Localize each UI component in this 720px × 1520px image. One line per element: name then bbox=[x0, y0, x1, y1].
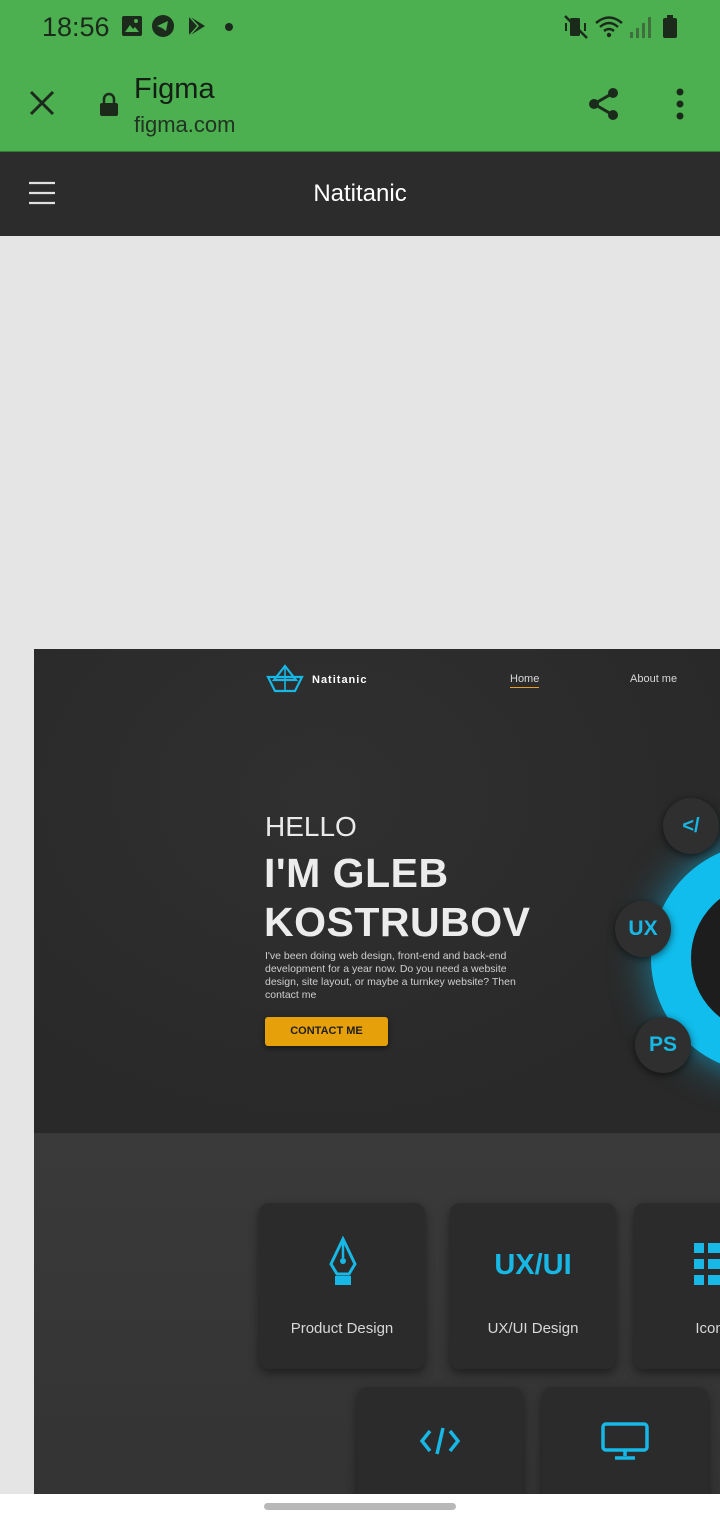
ux-badge: UX bbox=[615, 901, 671, 957]
telegram-notification-icon bbox=[152, 15, 174, 37]
status-bar: 18:56 bbox=[0, 0, 720, 56]
lock-icon bbox=[100, 92, 118, 116]
figma-file-title: Natitanic bbox=[313, 180, 407, 207]
monitor-icon bbox=[601, 1422, 649, 1460]
code-icon bbox=[420, 1427, 460, 1455]
hero-intro-text: I've been doing web design, front-end an… bbox=[265, 950, 516, 1001]
vibrate-mute-icon bbox=[564, 15, 588, 39]
figma-canvas[interactable]: Natitanic Home About me HELLO I'M GLEB K… bbox=[0, 236, 720, 1494]
service-label: Icon D bbox=[695, 1320, 720, 1337]
gallery-notification-icon bbox=[122, 16, 142, 36]
grid-list-icon bbox=[694, 1243, 720, 1285]
ux-ui-text-icon: UX/UI bbox=[494, 1249, 572, 1281]
hero-hello: HELLO bbox=[265, 811, 357, 842]
nav-about-link[interactable]: About me bbox=[630, 673, 677, 685]
pen-nib-icon bbox=[329, 1236, 357, 1285]
service-label: Product Design bbox=[290, 1320, 394, 1337]
figma-header: Natitanic bbox=[0, 152, 720, 236]
page-url: figma.com bbox=[134, 112, 236, 137]
service-card-product-design[interactable]: Product Design bbox=[259, 1203, 425, 1369]
more-notifications-dot-icon bbox=[225, 23, 233, 31]
ps-badge: PS bbox=[635, 1017, 691, 1073]
hero-name-line1: I'M GLEB bbox=[264, 850, 449, 896]
design-frame[interactable]: Natitanic Home About me HELLO I'M GLEB K… bbox=[34, 649, 720, 1494]
hero-name-line2: KOSTRUBOV bbox=[264, 899, 531, 945]
services-section: Product Design UX/UI UX/UI Design Icon D bbox=[34, 1133, 720, 1494]
signal-icon bbox=[630, 17, 651, 38]
custom-tab-toolbar: Figma figma.com bbox=[0, 56, 720, 152]
service-card-icon-design[interactable]: Icon D bbox=[634, 1203, 720, 1369]
contact-me-button[interactable]: CONTACT ME bbox=[265, 1017, 388, 1046]
more-options-icon[interactable] bbox=[672, 86, 688, 122]
hero-section: Natitanic Home About me HELLO I'M GLEB K… bbox=[34, 649, 720, 1133]
navigation-bar bbox=[0, 1494, 720, 1520]
wifi-icon bbox=[595, 16, 623, 38]
nav-home-link[interactable]: Home bbox=[510, 673, 540, 688]
boat-logo-icon bbox=[266, 664, 304, 693]
close-icon[interactable] bbox=[28, 89, 56, 117]
service-label: UX/UI Design bbox=[487, 1320, 579, 1337]
play-store-notification-icon bbox=[188, 15, 205, 37]
status-time: 18:56 bbox=[42, 12, 110, 42]
code-badge: </ bbox=[663, 798, 719, 854]
page-title: Figma bbox=[134, 73, 215, 105]
logo-text: Natitanic bbox=[312, 674, 368, 686]
service-card-ux-ui[interactable]: UX/UI UX/UI Design bbox=[450, 1203, 616, 1369]
service-card-development[interactable] bbox=[357, 1387, 523, 1494]
share-icon[interactable] bbox=[586, 86, 622, 122]
hero-name: I'M GLEB KOSTRUBOV bbox=[264, 849, 530, 947]
service-card-web[interactable] bbox=[542, 1387, 708, 1494]
home-gesture-handle[interactable] bbox=[264, 1503, 456, 1510]
battery-icon bbox=[663, 15, 677, 38]
